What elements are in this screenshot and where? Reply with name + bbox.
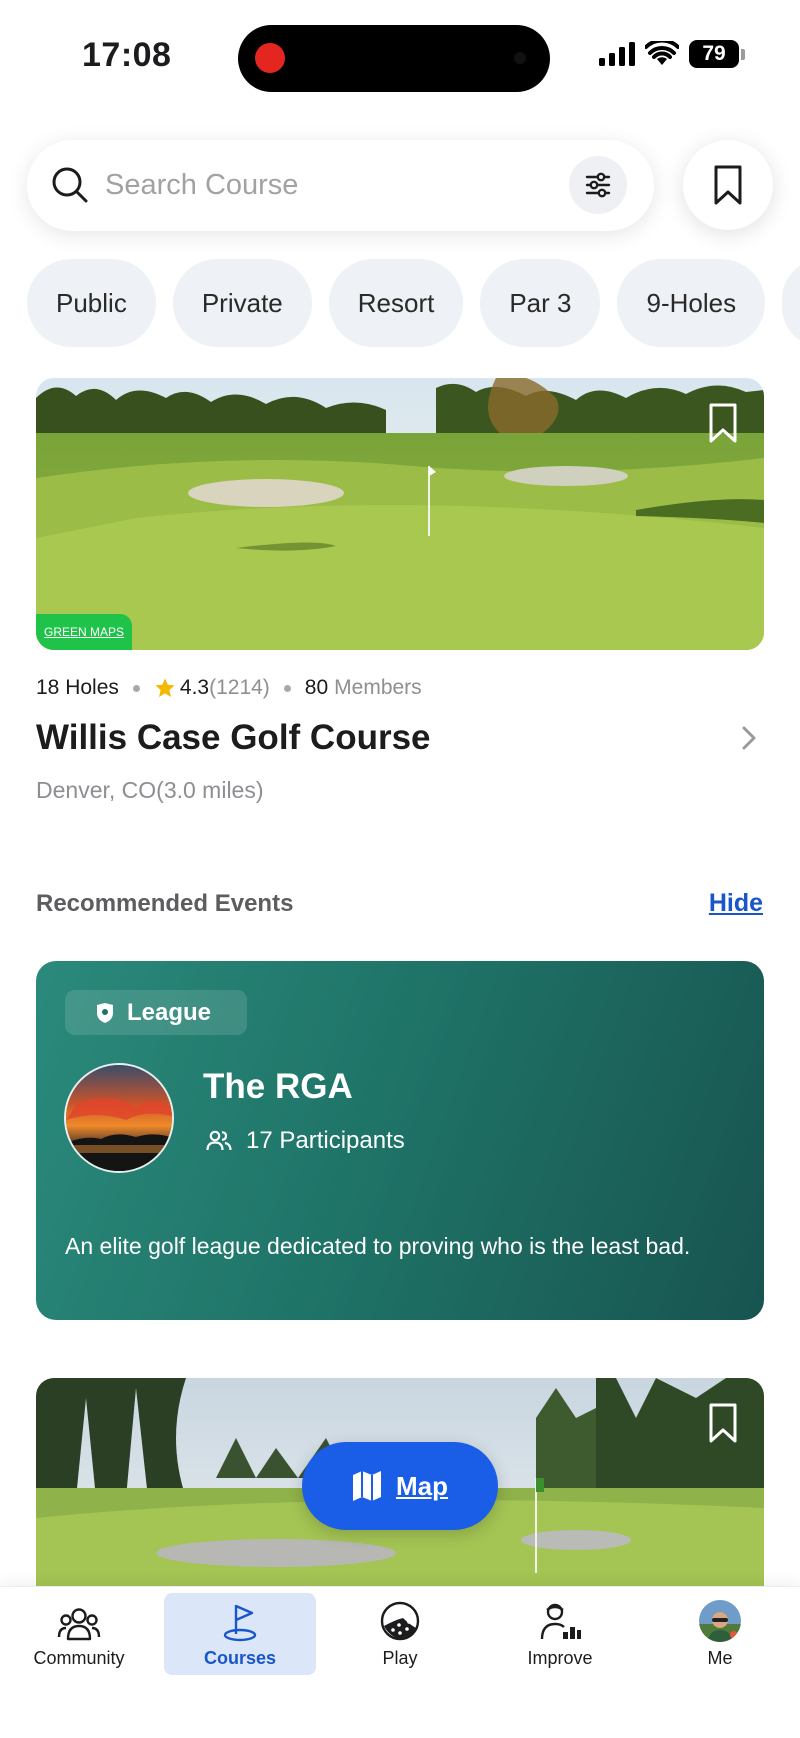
course-name[interactable]: Willis Case Golf Course bbox=[36, 718, 431, 758]
chip-resort[interactable]: Resort bbox=[328, 259, 464, 347]
camera-icon bbox=[514, 52, 526, 64]
event-name: The RGA bbox=[203, 1067, 353, 1106]
recording-indicator-icon bbox=[255, 43, 285, 73]
community-icon bbox=[57, 1608, 101, 1641]
bookmark-icon bbox=[714, 165, 742, 205]
nav-play-label: Play bbox=[382, 1648, 418, 1668]
nav-play[interactable]: Play bbox=[324, 1593, 476, 1675]
flag-icon bbox=[223, 1604, 257, 1642]
event-participants: 17 Participants bbox=[206, 1127, 405, 1155]
course-bookmark-icon[interactable] bbox=[708, 402, 738, 444]
nav-community[interactable]: Community bbox=[3, 1593, 155, 1675]
event-badge-label: League bbox=[127, 998, 212, 1026]
map-button-label: Map bbox=[396, 1470, 448, 1501]
event-card[interactable]: League The RGA 17 Participants An elite … bbox=[36, 961, 764, 1320]
event-participants-label: 17 Participants bbox=[246, 1127, 405, 1154]
hide-link[interactable]: Hide bbox=[709, 889, 763, 918]
star-icon bbox=[155, 678, 175, 697]
golf-course-photo bbox=[36, 378, 764, 650]
golf-ball-icon bbox=[380, 1601, 420, 1641]
wifi-icon bbox=[645, 41, 679, 65]
nav-improve[interactable]: Improve bbox=[484, 1593, 636, 1675]
shield-icon bbox=[97, 1002, 113, 1023]
chip-private[interactable]: Private bbox=[172, 259, 312, 347]
course-members-count: 80 bbox=[304, 676, 329, 699]
nav-me[interactable]: Me bbox=[644, 1593, 796, 1675]
status-bar: 17:08 79 bbox=[0, 0, 800, 110]
nav-courses-label: Courses bbox=[203, 1648, 277, 1668]
cellular-signal-icon bbox=[599, 42, 635, 66]
chip-par-3[interactable]: Par 3 bbox=[480, 259, 601, 347]
search-bar[interactable] bbox=[27, 140, 654, 231]
chip-9-holes[interactable]: 9-Holes bbox=[617, 259, 766, 347]
course-members-label: Members bbox=[334, 676, 422, 699]
map-icon bbox=[353, 1471, 381, 1501]
filter-chips: Public Private Resort Par 3 9-Holes bbox=[27, 259, 800, 347]
chip-more[interactable] bbox=[782, 259, 800, 347]
green-maps-badge[interactable]: GREEN MAPS bbox=[36, 614, 133, 650]
course-location: Denver, CO(3.0 miles) bbox=[36, 777, 264, 803]
nav-improve-label: Improve bbox=[527, 1648, 593, 1668]
nav-courses[interactable]: Courses bbox=[164, 1593, 316, 1675]
course-rating: 4.3 bbox=[179, 676, 210, 699]
search-input[interactable] bbox=[105, 162, 525, 208]
event-avatar bbox=[64, 1063, 174, 1173]
chip-public[interactable]: Public bbox=[27, 259, 156, 347]
course-meta: 18 Holes 4.3 (1214) 80 Members bbox=[36, 676, 422, 700]
course-bookmark-icon-2[interactable] bbox=[708, 1402, 738, 1444]
battery-icon: 79 bbox=[689, 40, 745, 68]
bottom-nav: Community Courses Play Improve Me bbox=[0, 1586, 800, 1738]
avatar bbox=[699, 1600, 741, 1642]
event-description: An elite golf league dedicated to provin… bbox=[65, 1233, 691, 1259]
course-holes: 18 Holes bbox=[36, 676, 119, 699]
status-time: 17:08 bbox=[82, 36, 172, 74]
saved-courses-button[interactable] bbox=[683, 140, 773, 230]
nav-me-label: Me bbox=[707, 1648, 733, 1668]
dynamic-island bbox=[238, 25, 550, 92]
chevron-right-icon[interactable] bbox=[740, 724, 758, 752]
people-icon bbox=[206, 1130, 232, 1151]
search-icon bbox=[52, 167, 88, 203]
course-image[interactable]: GREEN MAPS bbox=[36, 378, 764, 650]
status-icons: 79 bbox=[599, 40, 745, 68]
filter-button[interactable] bbox=[569, 156, 627, 214]
map-button[interactable]: Map bbox=[302, 1442, 498, 1530]
filter-sliders-icon bbox=[585, 172, 611, 198]
nav-community-label: Community bbox=[33, 1648, 125, 1668]
event-badge: League bbox=[65, 990, 247, 1035]
course-reviews: (1214) bbox=[209, 676, 270, 699]
section-title: Recommended Events bbox=[36, 890, 294, 917]
improve-icon bbox=[540, 1603, 581, 1640]
battery-level: 79 bbox=[689, 40, 739, 68]
